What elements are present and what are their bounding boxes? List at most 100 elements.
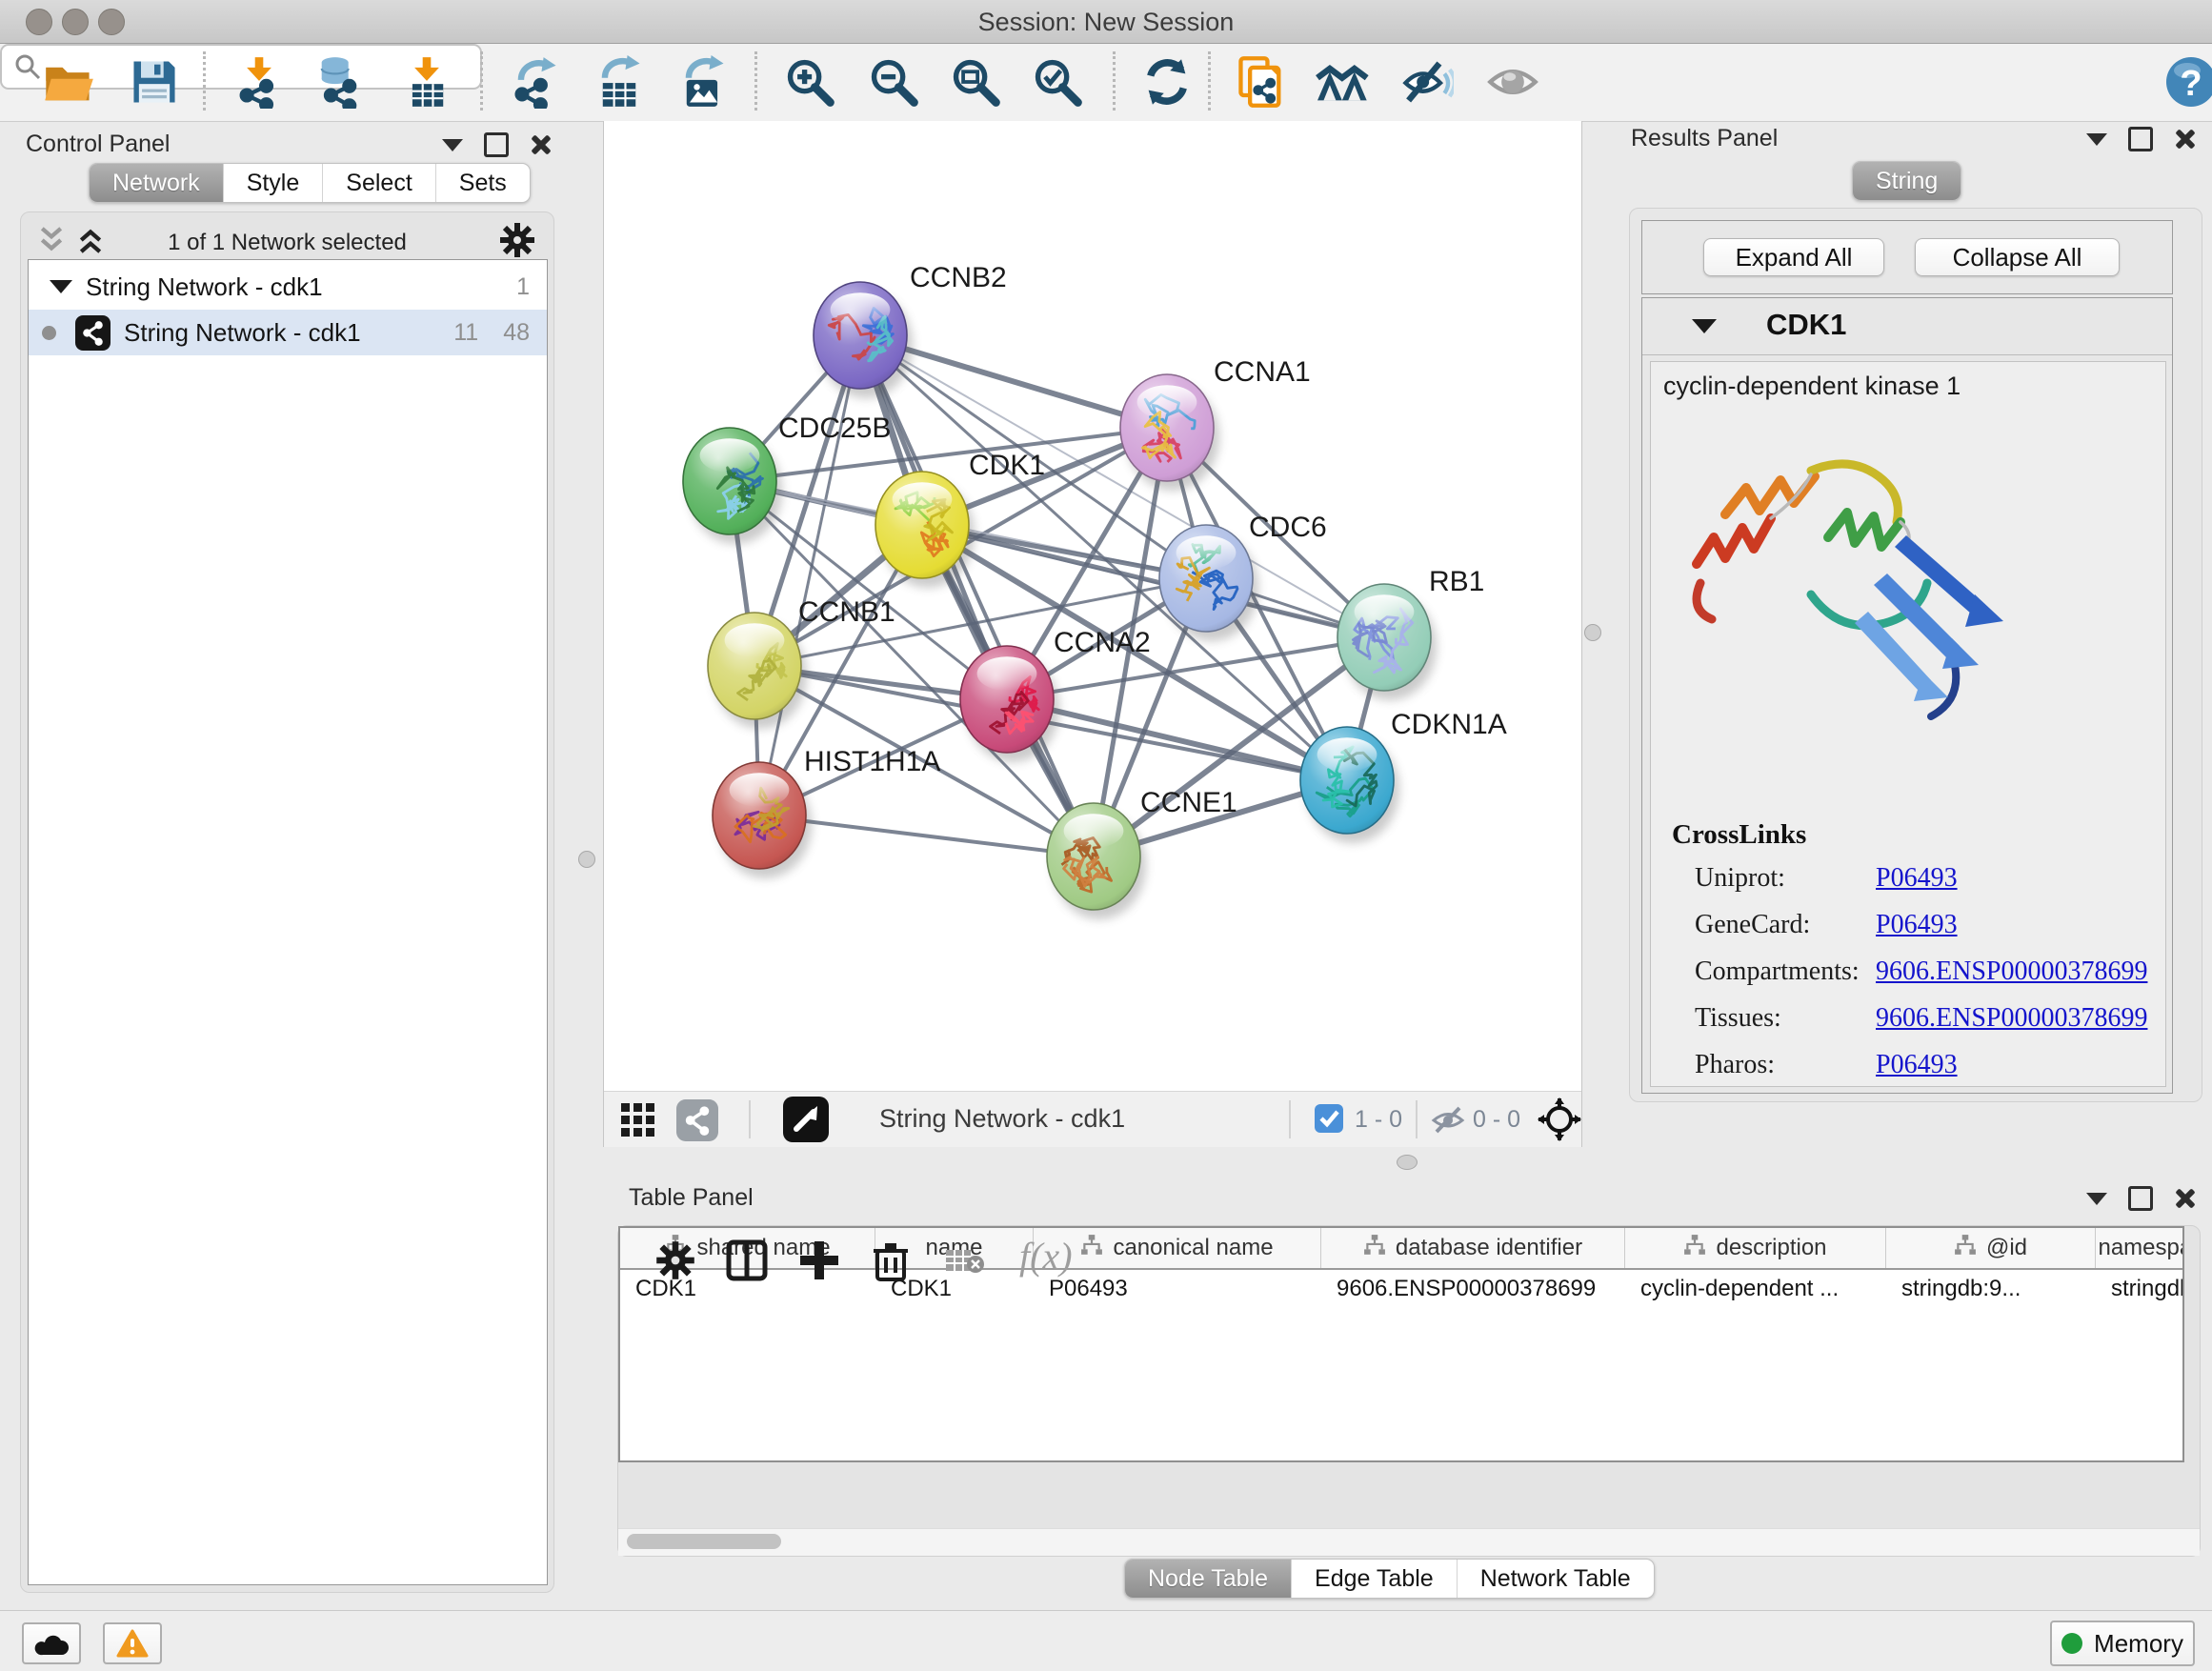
import-network-database-icon[interactable] (312, 55, 366, 109)
node-cdc6[interactable]: CDC6 (1159, 512, 1327, 641)
node-ccnb1[interactable]: CCNB1 (708, 596, 895, 729)
hidden-counts: 0 - 0 (1473, 1106, 1520, 1134)
hide-selected-icon[interactable] (1400, 55, 1454, 109)
section-collapse-icon[interactable] (1692, 319, 1717, 333)
zoom-selected-icon[interactable] (1031, 55, 1084, 109)
column-header--id[interactable]: @id (1886, 1228, 2096, 1268)
toolbar-separator (1416, 1100, 1418, 1138)
node-cdc25b[interactable]: CDC25B (683, 413, 891, 544)
float-panel-icon[interactable] (2086, 1193, 2107, 1205)
crosslink-link[interactable]: 9606.ENSP00000378699 (1876, 956, 2147, 987)
grid-view-icon[interactable] (621, 1103, 655, 1142)
hidden-eye-icon[interactable] (1431, 1103, 1465, 1142)
help-icon[interactable]: ? (2164, 55, 2212, 113)
crosslink-link[interactable]: P06493 (1876, 910, 1958, 940)
close-panel-icon[interactable] (2174, 1188, 2195, 1209)
network-row-selected[interactable]: String Network - cdk1 11 48 (29, 310, 547, 355)
cloud-button[interactable] (22, 1622, 81, 1664)
birdseye-view-icon[interactable] (783, 1097, 829, 1147)
table-cell[interactable]: cyclin-dependent ... (1625, 1270, 1886, 1308)
refresh-view-icon[interactable] (1140, 55, 1194, 109)
tab-select[interactable]: Select (322, 164, 434, 202)
open-session-icon[interactable] (42, 55, 95, 109)
toolbar-separator (754, 51, 757, 111)
maximize-panel-icon[interactable] (484, 132, 509, 157)
selected-checkbox[interactable] (1315, 1104, 1343, 1133)
table-gear-icon[interactable] (654, 1239, 696, 1286)
crosslink-link[interactable]: P06493 (1876, 1050, 1958, 1080)
float-panel-icon[interactable] (442, 139, 463, 151)
crosslink-link[interactable]: P06493 (1876, 863, 1958, 894)
close-panel-icon[interactable] (530, 134, 551, 155)
node-ccna1[interactable]: CCNA1 (1120, 356, 1311, 491)
share-network-icon[interactable] (676, 1099, 718, 1146)
column-header-namespace[interactable]: namespace (2096, 1228, 2184, 1268)
node-ccnb2[interactable]: CCNB2 (814, 262, 1007, 398)
first-neighbors-icon[interactable] (1315, 55, 1368, 109)
memory-button[interactable]: Memory (2050, 1621, 2195, 1666)
edge-ccnb2-ccne1[interactable] (860, 335, 1094, 856)
left-splitter-handle[interactable] (578, 851, 595, 868)
table-cell[interactable]: stringdb (2096, 1270, 2184, 1308)
maximize-panel-icon[interactable] (2128, 127, 2153, 151)
node-hist1h1a[interactable]: HIST1H1A (713, 746, 940, 878)
delete-column-icon[interactable] (870, 1239, 912, 1286)
tab-sets[interactable]: Sets (435, 164, 530, 202)
network-collection-row[interactable]: String Network - cdk1 1 (29, 264, 547, 310)
save-session-icon[interactable] (128, 55, 181, 109)
crosslink-source: Uniprot: (1695, 863, 1876, 894)
gene-section-header[interactable]: CDK1 (1642, 298, 2172, 355)
crosslink-source: Compartments: (1695, 956, 1876, 987)
show-all-icon[interactable] (1486, 55, 1539, 109)
tab-edge-table[interactable]: Edge Table (1291, 1560, 1457, 1598)
column-header-description[interactable]: description (1625, 1228, 1886, 1268)
node-rb1[interactable]: RB1 (1337, 566, 1484, 700)
right-splitter-handle[interactable] (1584, 624, 1601, 641)
column-header-canonical-name[interactable]: canonical name (1034, 1228, 1321, 1268)
import-network-file-icon[interactable] (232, 55, 286, 109)
tab-style[interactable]: Style (223, 164, 323, 202)
zoom-in-icon[interactable] (783, 55, 836, 109)
split-columns-icon[interactable] (726, 1239, 768, 1286)
network-view: CCNB2CCNA1CDC25BCDK1CDC6RB1CCNB1CCNA2CDK… (603, 121, 1582, 1147)
add-column-icon[interactable] (798, 1239, 840, 1286)
bottom-splitter-handle[interactable] (1397, 1155, 1418, 1170)
zoom-out-icon[interactable] (867, 55, 920, 109)
float-panel-icon[interactable] (2086, 133, 2107, 146)
crosshair-icon[interactable] (1538, 1097, 1581, 1146)
warnings-button[interactable] (103, 1622, 162, 1664)
export-network-icon[interactable] (509, 55, 562, 109)
network-list-panel: 1 of 1 Network selected String Network -… (20, 211, 554, 1593)
node-table[interactable]: shared namenamecanonical namedatabase id… (618, 1226, 2184, 1462)
network-canvas[interactable]: CCNB2CCNA1CDC25BCDK1CDC6RB1CCNB1CCNA2CDK… (604, 121, 1581, 1091)
tab-node-table[interactable]: Node Table (1125, 1560, 1291, 1598)
tab-network[interactable]: Network (90, 164, 223, 202)
collection-expand-icon[interactable] (50, 280, 72, 293)
crosslink-link[interactable]: 9606.ENSP00000378699 (1876, 1003, 2147, 1034)
close-panel-icon[interactable] (2174, 129, 2195, 150)
export-image-icon[interactable] (676, 55, 730, 109)
memory-status-icon (2061, 1633, 2082, 1654)
network-options-gear-icon[interactable] (498, 221, 536, 264)
table-cell[interactable]: 9606.ENSP00000378699 (1321, 1270, 1625, 1308)
table-cell[interactable]: stringdb:9... (1886, 1270, 2096, 1308)
maximize-panel-icon[interactable] (2128, 1186, 2153, 1211)
zoom-fit-content-icon[interactable] (949, 55, 1002, 109)
results-tab-string[interactable]: String (1852, 161, 1961, 201)
export-table-icon[interactable] (593, 55, 646, 109)
collapse-all-button[interactable]: Collapse All (1915, 238, 2120, 276)
expand-all-button[interactable]: Expand All (1703, 238, 1884, 276)
crosslink-row: Compartments:9606.ENSP00000378699 (1695, 956, 2152, 987)
tab-network-table[interactable]: Network Table (1457, 1560, 1654, 1598)
table-row[interactable]: CDK1CDK1P064939606.ENSP00000378699cyclin… (620, 1270, 2182, 1308)
edge-ccnb2-hist1h1a[interactable] (759, 335, 860, 815)
duplicate-network-icon[interactable] (1235, 55, 1288, 109)
crosslink-source: Pharos: (1695, 1050, 1876, 1080)
import-table-file-icon[interactable] (400, 55, 453, 109)
node-cdkn1a[interactable]: CDKN1A (1300, 709, 1507, 843)
results-panel: Results Panel String Expand All Collapse… (1619, 121, 2212, 1178)
column-header-database-identifier[interactable]: database identifier (1321, 1228, 1625, 1268)
node-ccne1[interactable]: CCNE1 (1047, 787, 1237, 919)
cloud-icon (33, 1630, 70, 1657)
table-cell[interactable]: P06493 (1034, 1270, 1321, 1308)
